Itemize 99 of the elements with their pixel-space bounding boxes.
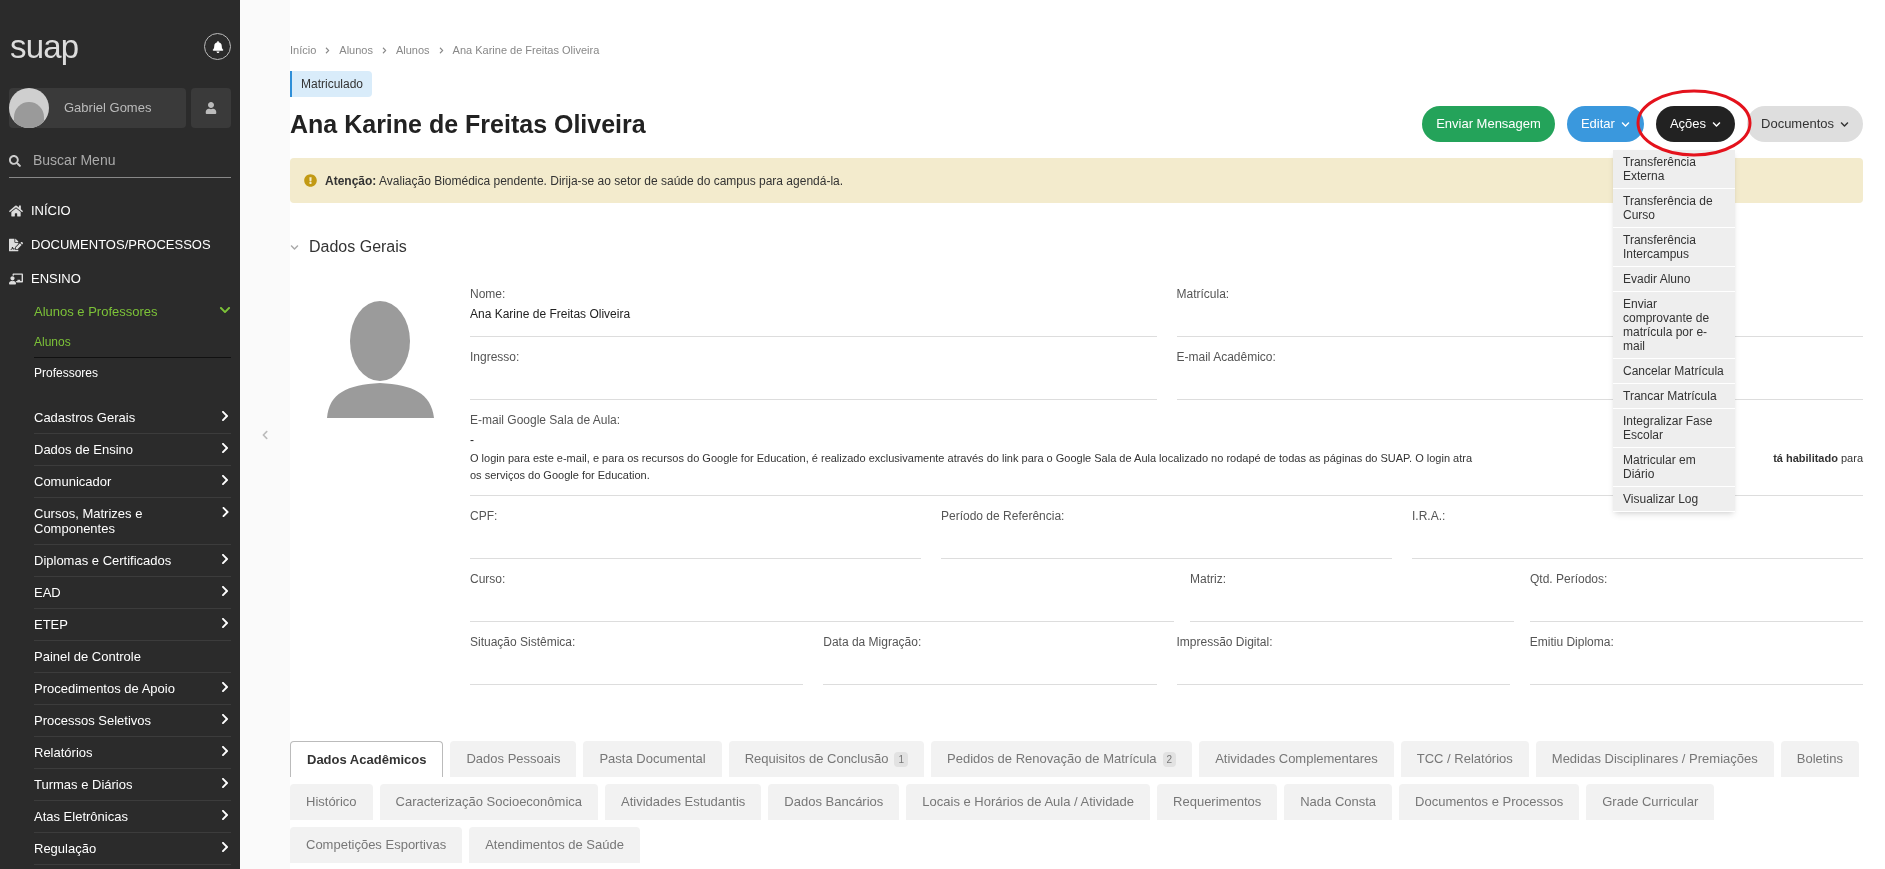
menu-item[interactable]: Trancar Matrícula [1613,384,1735,409]
module-icon [9,204,23,218]
user-icon [205,102,217,114]
field-label: E-mail Google Sala de Aula: [470,412,621,429]
chevron-icon [437,46,445,54]
field-label: Ingresso: [470,349,520,366]
submenu-item[interactable]: Dados de Ensino [34,442,141,457]
tab[interactable]: Requerimentos [1157,784,1278,820]
module-icon [9,272,23,286]
submenu-link[interactable]: Alunos [34,327,231,358]
field-label: Curso: [470,571,506,588]
tab[interactable]: Caracterização Socioeconômica [379,784,598,820]
menu-item[interactable]: INÍCIO [31,201,71,221]
menu-item[interactable]: DOCUMENTOS/PROCESSOS [31,235,211,255]
tab[interactable]: Grade Curricular [1586,784,1715,820]
tab[interactable]: Documentos e Processos [1399,784,1580,820]
menu-item[interactable]: Matricular em Diário [1613,448,1735,487]
submenu-item[interactable]: Processos Seletivos [34,713,160,728]
chevron-icon [380,46,388,54]
user-card[interactable]: Gabriel Gomes [9,88,186,128]
tab[interactable]: Competições Esportivas [290,827,463,863]
field-label: E-mail Acadêmico: [1176,349,1276,366]
count-badge: 1 [894,751,908,767]
breadcrumb-link[interactable]: Alunos [339,42,373,59]
submenu-item[interactable]: Diplomas e Certificados [34,553,180,568]
submenu-item[interactable]: Cursos, Matrizes e Componentes [34,506,220,536]
submenu-item[interactable]: EAD [34,585,69,600]
section-title[interactable]: Dados Gerais [309,235,407,259]
tab[interactable]: Requisitos de Conclusão 1 [728,741,924,777]
menu-item[interactable]: Enviar comprovante de matrícula por e-mail [1613,292,1735,359]
user-name: Gabriel Gomes [64,99,152,118]
dropdown-button[interactable]: Documentos [1747,106,1863,142]
tab[interactable]: Pasta Documental [583,741,722,777]
tab[interactable]: TCC / Relatórios [1400,741,1529,777]
tab[interactable]: Histórico [290,784,373,820]
submenu-item[interactable]: Procedimentos de Apoio [34,681,183,696]
submenu-item[interactable]: Painel de Controle [34,649,149,664]
field-value: - [470,432,474,449]
menu-item[interactable]: Integralizar Fase Escolar [1613,409,1735,448]
submenu-item[interactable]: Atas Eletrônicas [34,809,136,824]
field-label: Nome: [470,286,506,303]
submenu-item[interactable]: Comunicador [34,474,120,489]
search-icon [9,154,21,167]
alert-text: Atenção: Avaliação Biomédica pendente. Dirija-se ao setor de saúde do campus para agendá-la. [325,172,844,190]
tab[interactable]: Nada Consta [1284,784,1393,820]
help-text: O login para este e-mail, e para os recursos do Google for Education, é realizado exclusivamente através do link para o Google Sala de Aula localizado no rodapé de todas as páginas do SUAP. O login atra [470,451,1472,466]
submenu-item[interactable]: Cadastros Gerais [34,410,144,425]
menu-item[interactable]: Visualizar Log [1613,487,1735,512]
tab[interactable]: Dados Acadêmicos [290,741,444,777]
menu-item[interactable]: ENSINO [31,269,81,289]
chevron-icon [324,46,332,54]
dropdown-button[interactable]: Ações [1655,106,1735,142]
field-label: Data da Migração: [823,634,922,651]
field-label: Impressão Digital: [1176,634,1273,651]
submenu-item[interactable]: Regulação [34,841,105,856]
tab[interactable]: Atividades Complementares [1199,741,1394,777]
submenu-item[interactable]: Alunos e Professores [34,304,166,319]
module-icon [9,238,23,252]
tab[interactable]: Boletins [1780,741,1859,777]
count-badge: 2 [1162,751,1177,767]
field-label: Matriz: [1190,571,1226,588]
tab[interactable]: Atendimentos de Saúde [469,827,640,863]
caret-icon [1712,119,1721,129]
tab[interactable]: Dados Bancários [768,784,900,820]
bell-icon [211,40,224,53]
app-logo: suap [10,30,79,63]
field-value: Ana Karine de Freitas Oliveira [470,306,631,323]
breadcrumb-link[interactable]: Ana Karine de Freitas Oliveira [452,42,600,59]
tab[interactable]: Pedidos de Renovação de Matrícula 2 [931,741,1193,777]
tab[interactable]: Atividades Estudantis [605,784,762,820]
submenu-item[interactable]: ETEP [34,617,76,632]
field-label: Situação Sistêmica: [470,634,576,651]
submenu-item[interactable]: Relatórios [34,745,101,760]
breadcrumb-link[interactable]: Alunos [395,42,430,59]
caret-icon [1840,119,1849,129]
page-title: Ana Karine de Freitas Oliveira [290,108,646,140]
submenu-link[interactable]: Professores [34,358,231,388]
field-label: CPF: [470,508,498,525]
search-field[interactable]: Buscar Menu [33,150,203,171]
avatar [9,88,49,128]
caret-icon [1620,119,1630,129]
menu-item[interactable]: Cancelar Matrícula [1613,359,1735,384]
tab[interactable]: Medidas Disciplinares / Premiações [1535,741,1774,777]
profile-button[interactable] [191,88,231,128]
help-text: tá habilitado para [1773,451,1863,466]
help-text: os serviços do Google for Education. [470,467,650,483]
field-label: Qtd. Períodos: [1530,571,1608,588]
menu-item[interactable]: Evadir Aluno [1613,267,1735,292]
field-label: I.R.A.: [1412,508,1446,525]
breadcrumb-link[interactable]: Início [290,42,317,59]
tab[interactable]: Locais e Horários de Aula / Atividade [906,784,1151,820]
status-badge: Matriculado [290,70,373,97]
field-label: Período de Referência: [941,508,1065,525]
menu-item[interactable]: Transferência Intercampus [1613,228,1735,267]
warning-icon [304,174,317,187]
field-label: Matrícula: [1176,286,1230,303]
submenu-item[interactable]: Turmas e Diários [34,777,141,792]
field-label: Emitiu Diploma: [1529,634,1614,651]
tab[interactable]: Dados Pessoais [450,741,577,777]
